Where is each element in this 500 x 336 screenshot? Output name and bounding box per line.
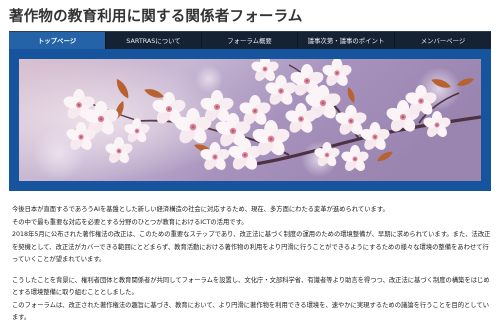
sakura-photo — [19, 59, 481, 181]
hero-banner — [9, 49, 491, 191]
hero-image — [19, 59, 481, 181]
nav-item-forum-overview[interactable]: フォーラム概要 — [201, 32, 297, 49]
nav-item-sartras[interactable]: SARTRASについて — [105, 32, 201, 49]
site-title: 著作物の教育利用に関する関係者フォーラム — [9, 9, 303, 25]
nav-item-top[interactable]: トップページ — [9, 32, 105, 49]
main-nav: トップページ SARTRASについて フォーラム概要 議事次第・議事のポイント … — [9, 31, 491, 49]
nav-item-members[interactable]: メンバーページ — [394, 32, 491, 49]
intro-text: 今後日本が直面するであろうAIを基盤とした新しい経済構造の社会に対応するため、現… — [12, 204, 492, 325]
site-header: 著作物の教育利用に関する関係者フォーラム — [0, 0, 500, 30]
nav-item-agenda[interactable]: 議事次第・議事のポイント — [297, 32, 394, 49]
intro-paragraph-2: こうしたことを背景に、権利者団体と教育関係者が共同してフォーラムを設置し、文化庁… — [12, 276, 490, 322]
intro-paragraph-1: 今後日本が直面するであろうAIを基盤とした新しい経済構造の社会に対応するため、現… — [12, 206, 491, 263]
